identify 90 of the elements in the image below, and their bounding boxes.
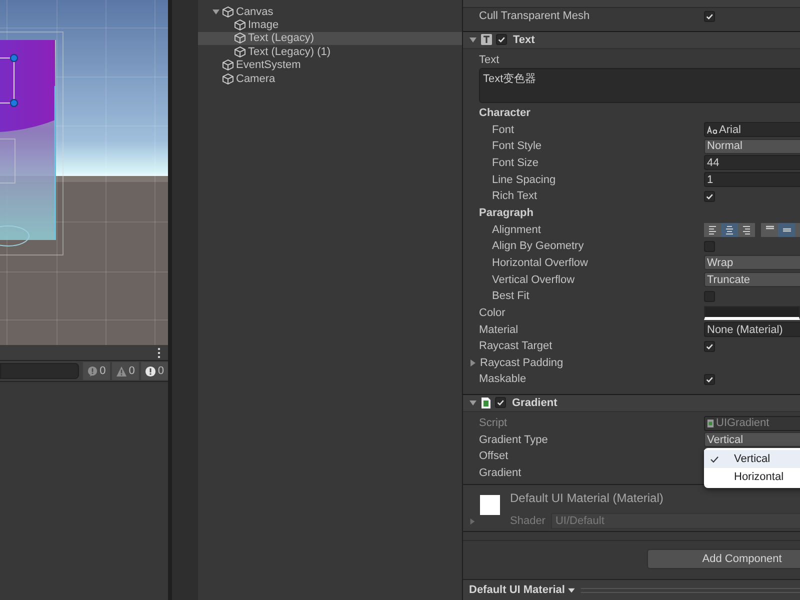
cube-icon: [234, 32, 246, 44]
object-field[interactable]: None (Material): [704, 322, 800, 338]
dropdown[interactable]: Truncate: [704, 272, 800, 288]
property-label: Text: [479, 54, 500, 66]
property-label: Align By Geometry: [492, 240, 585, 252]
property-label: Font Size: [492, 156, 540, 169]
horizontal-align-button[interactable]: [704, 222, 721, 237]
align-center-icon: [724, 224, 734, 235]
dropdown[interactable]: Vertical: [704, 432, 800, 448]
property-label: Cull Transparent Mesh: [479, 10, 591, 22]
info-icon: [86, 366, 98, 376]
component-header[interactable]: Text: [463, 30, 800, 49]
horizontal-align-button[interactable]: [721, 222, 738, 237]
checkbox[interactable]: [704, 340, 715, 352]
section-label: Paragraph: [479, 206, 534, 219]
foldout-arrow-icon[interactable]: [469, 358, 477, 367]
property-label: Maskable: [479, 373, 528, 386]
menu-item[interactable]: Horizontal: [704, 468, 800, 486]
checkbox[interactable]: [704, 10, 715, 22]
property-label: Offset: [479, 450, 510, 462]
foldout-arrow-icon[interactable]: [469, 36, 477, 44]
foldout-arrow-icon[interactable]: [469, 398, 477, 407]
script-file-icon: [707, 418, 714, 428]
property-label: Horizontal Overflow: [492, 256, 589, 269]
cube-icon: [222, 59, 234, 72]
error-icon: [144, 366, 156, 376]
error-count-toggle[interactable]: 0: [140, 362, 168, 380]
property-label: Raycast Target: [479, 340, 554, 352]
property-label: Best Fit: [492, 290, 530, 302]
material-title: Default UI Material (Material): [510, 491, 664, 506]
info-count-toggle[interactable]: 0: [82, 362, 110, 380]
section-label: Character: [479, 106, 532, 119]
checkbox[interactable]: [704, 374, 715, 385]
hierarchy-item[interactable]: Text (Legacy): [198, 32, 462, 46]
checkbox[interactable]: [704, 190, 715, 202]
property-label: Material: [479, 324, 520, 336]
property-label: Color: [479, 306, 506, 319]
object-field[interactable]: Arial: [704, 122, 800, 138]
preview-dropdown[interactable]: Default UI Material: [469, 584, 575, 596]
property-label: Line Spacing: [492, 174, 557, 186]
property-label: Rich Text: [492, 190, 538, 202]
checkmark-icon: [710, 456, 719, 462]
number-field[interactable]: 44: [704, 155, 800, 170]
script-file-icon: [481, 396, 491, 409]
property-label: Gradient: [479, 467, 522, 480]
checkbox[interactable]: [704, 240, 715, 252]
cube-icon: [234, 46, 246, 58]
shader-field: UI/Default: [551, 513, 800, 530]
font-icon: [707, 126, 717, 134]
material-swatch: [480, 495, 500, 516]
warning-count-toggle[interactable]: 0: [112, 362, 139, 380]
hierarchy-item[interactable]: EventSystem: [198, 58, 462, 72]
enable-checkbox[interactable]: [496, 34, 507, 46]
color-field[interactable]: [704, 306, 800, 320]
property-label: Script: [479, 417, 508, 430]
caret-icon: [568, 588, 575, 592]
align-left-icon: [708, 224, 718, 235]
property-label[interactable]: Raycast Padding: [480, 356, 564, 369]
shader-label: Shader: [510, 515, 546, 528]
text-component-icon: [481, 34, 492, 46]
hierarchy-item[interactable]: Camera: [198, 72, 462, 86]
component-header[interactable]: Gradient: [463, 394, 800, 412]
number-field[interactable]: 1: [704, 172, 800, 188]
property-label: Font: [492, 124, 516, 136]
cube-icon: [222, 72, 234, 85]
hierarchy-item[interactable]: Image: [198, 18, 462, 32]
hierarchy-item[interactable]: Canvas: [198, 5, 462, 18]
vertical-align-button[interactable]: [761, 222, 778, 237]
align-right-icon: [742, 224, 752, 235]
vertical-align-button[interactable]: [778, 222, 795, 237]
enable-checkbox[interactable]: [495, 397, 506, 408]
property-label: Gradient Type: [479, 434, 549, 446]
script-field: UIGradient: [704, 416, 800, 431]
cube-icon: [222, 6, 234, 18]
search-field[interactable]: [0, 363, 79, 379]
menu-item[interactable]: Vertical: [704, 450, 800, 468]
dropdown[interactable]: Normal: [704, 138, 800, 154]
scene-view-drawing[interactable]: [0, 0, 168, 345]
property-label: Vertical Overflow: [492, 274, 576, 286]
warning-icon: [116, 366, 127, 376]
checkbox[interactable]: [704, 290, 715, 302]
horizontal-align-button[interactable]: [738, 222, 755, 237]
add-component-button[interactable]: Add Component: [647, 549, 800, 570]
cube-icon: [234, 19, 246, 32]
expand-arrow-icon[interactable]: [212, 8, 220, 16]
property-label: Font Style: [492, 140, 543, 152]
dropdown[interactable]: Wrap: [704, 255, 800, 270]
hierarchy-item[interactable]: Text (Legacy) (1): [198, 45, 462, 59]
text-area[interactable]: Text变色器: [479, 68, 800, 103]
property-label: Alignment: [492, 224, 542, 236]
